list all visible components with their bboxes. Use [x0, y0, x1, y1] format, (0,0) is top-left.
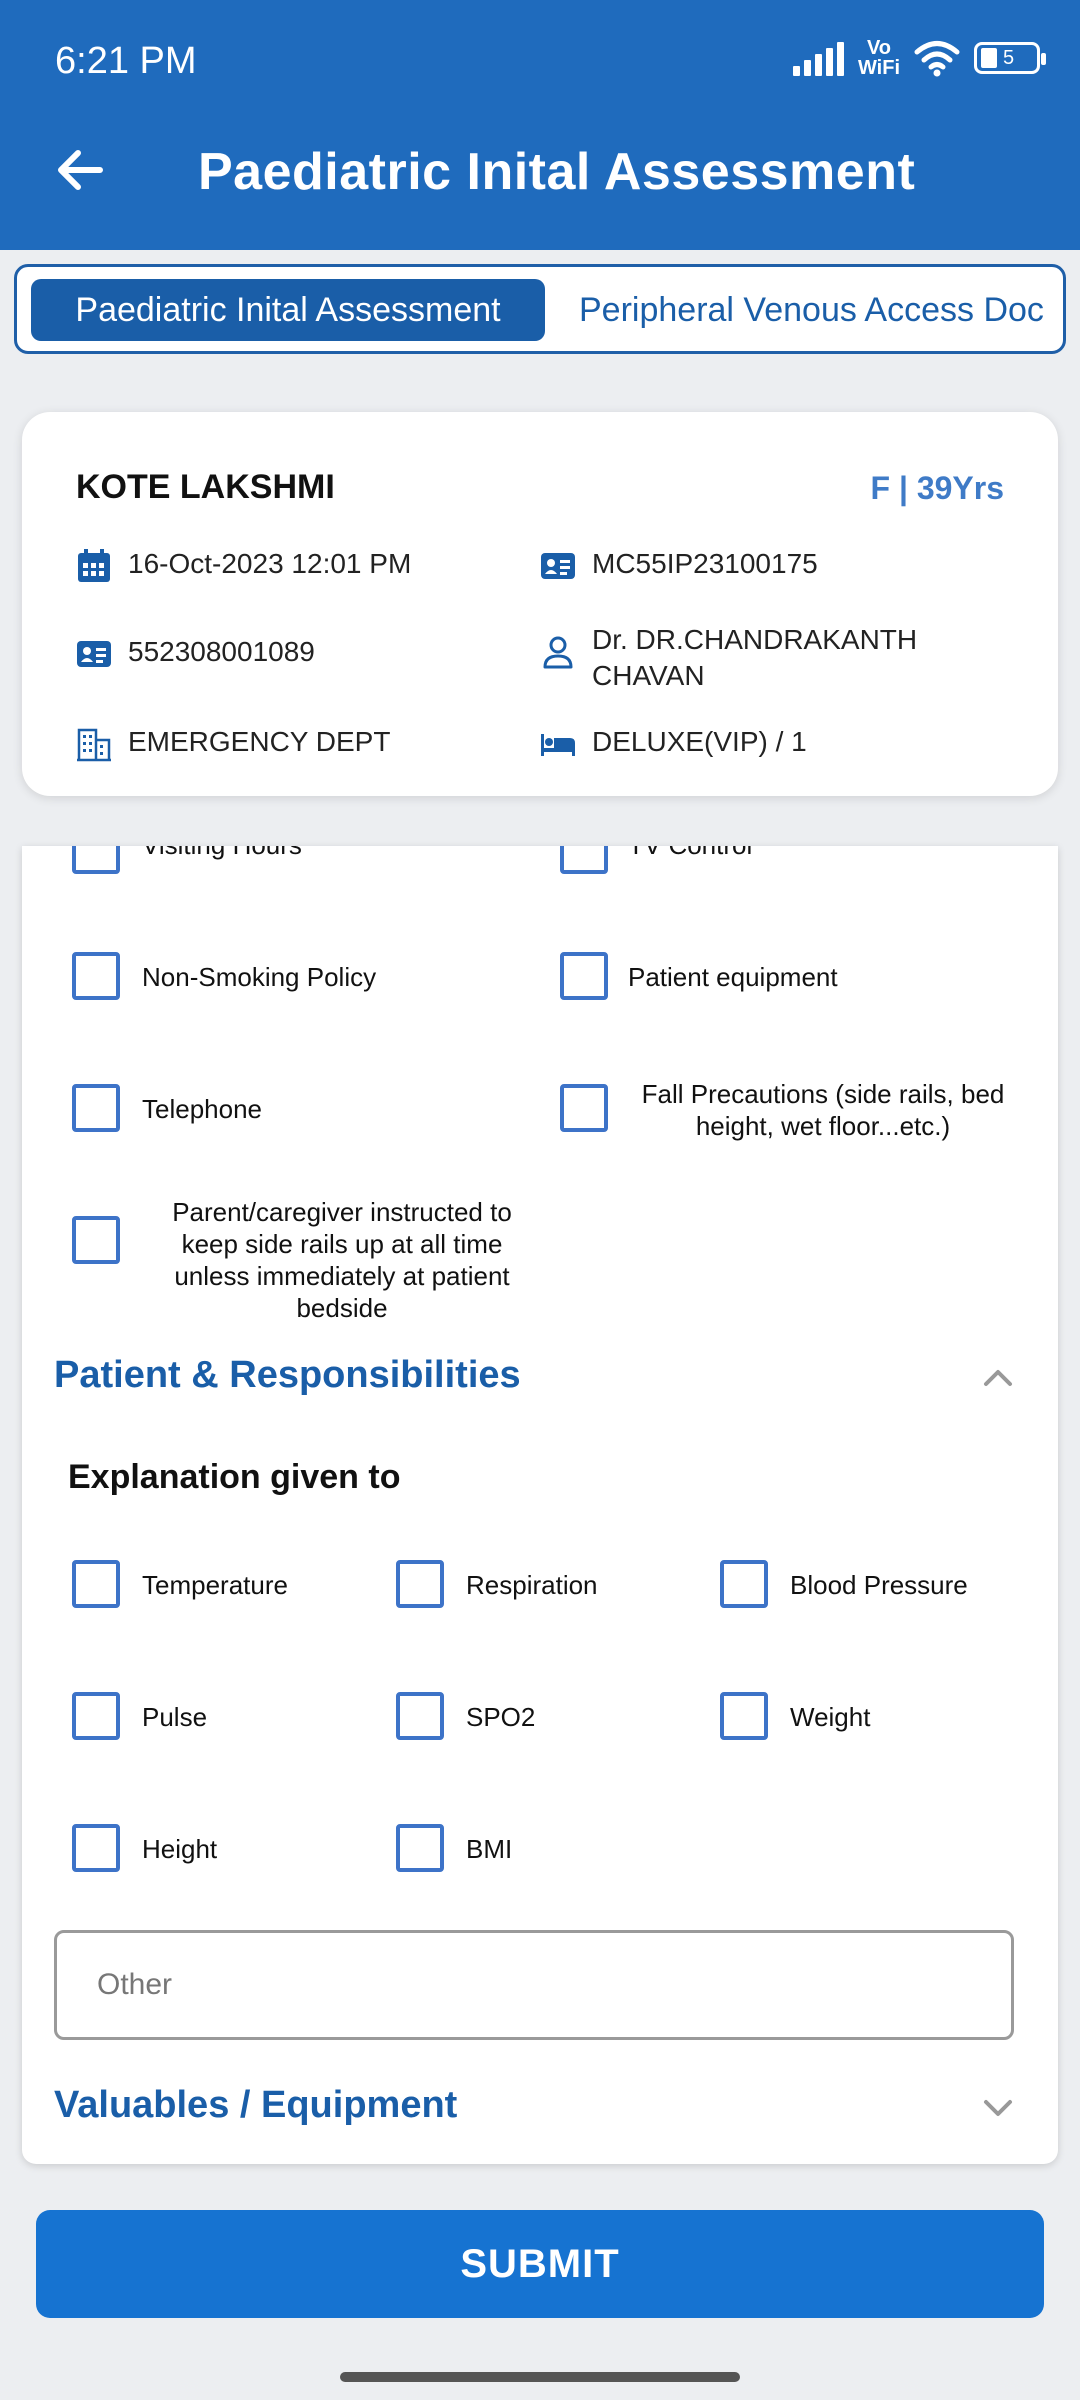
visiting-hours-label: Visiting Hours — [142, 846, 302, 861]
tab-peripheral-venous-access[interactable]: Peripheral Venous Access Doc — [579, 279, 1044, 341]
bmi-label: BMI — [466, 1834, 513, 1864]
patient-gender-age: F | 39Yrs — [870, 470, 1004, 506]
telephone-label: Telephone — [142, 1094, 262, 1124]
visiting-hours-checkbox[interactable] — [72, 846, 120, 874]
chevron-up-icon[interactable] — [978, 1358, 1018, 1398]
respiration-label: Respiration — [466, 1570, 598, 1600]
submit-button[interactable]: SUBMIT — [36, 2210, 1044, 2318]
tab-paediatric-assessment[interactable]: Paediatric Inital Assessment — [31, 279, 545, 341]
battery-icon: 5 — [974, 42, 1046, 74]
uhid: 552308001089 — [128, 636, 315, 667]
chevron-down-icon[interactable] — [978, 2088, 1018, 2128]
gesture-navigation-bar[interactable] — [340, 2372, 740, 2382]
weight-label: Weight — [790, 1702, 871, 1732]
spo2-checkbox[interactable] — [396, 1692, 444, 1740]
vowifi-icon: Vo WiFi — [857, 37, 900, 79]
tv-control-label: TV Control — [628, 846, 752, 861]
telephone-checkbox[interactable] — [72, 1084, 120, 1132]
signal-icon — [792, 40, 844, 76]
doctor-row: Dr. DR.CHANDRAKANTH CHAVAN — [540, 622, 960, 694]
other-input[interactable] — [54, 1930, 1014, 2040]
fall-precautions-label: Fall Precautions (side rails, bed height… — [641, 1079, 1005, 1141]
side-rails-instruction-label: Parent/caregiver instructed to keep side… — [172, 1197, 512, 1323]
height-checkbox[interactable] — [72, 1824, 120, 1872]
non-smoking-policy-checkbox[interactable] — [72, 952, 120, 1000]
page-title: Paediatric Inital Assessment — [198, 143, 916, 201]
admit-datetime: 16-Oct-2023 12:01 PM — [128, 548, 412, 579]
department: EMERGENCY DEPT — [128, 726, 391, 757]
patient-equipment-label: Patient equipment — [628, 962, 838, 992]
blood-pressure-checkbox[interactable] — [720, 1560, 768, 1608]
side-rails-instruction-checkbox[interactable] — [72, 1216, 120, 1264]
height-label: Height — [142, 1834, 218, 1864]
status-icons: Vo WiFi 5 — [792, 37, 1046, 79]
doctor-name: Dr. DR.CHANDRAKANTH CHAVAN — [592, 624, 918, 691]
patient-responsibilities-header[interactable]: Patient & Responsibilities — [54, 1354, 521, 1397]
tab-bar: Paediatric Inital Assessment Peripheral … — [14, 264, 1066, 354]
bed-icon — [541, 734, 575, 756]
temperature-label: Temperature — [142, 1570, 288, 1600]
pulse-checkbox[interactable] — [72, 1692, 120, 1740]
bed: DELUXE(VIP) / 1 — [592, 726, 807, 757]
patient-name: KOTE LAKSHMI — [76, 468, 335, 506]
calendar-icon — [78, 549, 110, 582]
department-row: EMERGENCY DEPT — [76, 726, 390, 762]
non-smoking-policy-label: Non-Smoking Policy — [142, 962, 377, 992]
respiration-checkbox[interactable] — [396, 1560, 444, 1608]
tv-control-checkbox[interactable] — [560, 846, 608, 874]
bmi-checkbox[interactable] — [396, 1824, 444, 1872]
person-icon — [543, 636, 573, 669]
id-card-icon — [77, 641, 111, 667]
form-card: Visiting Hours TV Control Non-Smoking Po… — [22, 846, 1058, 2164]
pulse-label: Pulse — [142, 1702, 208, 1732]
admit-datetime-row: 16-Oct-2023 12:01 PM — [76, 548, 411, 584]
fall-precautions-checkbox[interactable] — [560, 1084, 608, 1132]
status-time: 6:21 PM — [55, 40, 197, 82]
blood-pressure-label: Blood Pressure — [790, 1570, 968, 1600]
valuables-equipment-header[interactable]: Valuables / Equipment — [54, 2084, 457, 2127]
patient-equipment-checkbox[interactable] — [560, 952, 608, 1000]
id-card-icon — [541, 553, 575, 579]
ip-number: MC55IP23100175 — [592, 548, 818, 579]
temperature-checkbox[interactable] — [72, 1560, 120, 1608]
back-arrow-icon[interactable] — [50, 140, 110, 200]
wifi-icon — [914, 41, 960, 77]
patient-card: KOTE LAKSHMI F | 39Yrs 16-Oct-2023 12:01… — [22, 412, 1058, 796]
ip-number-row: MC55IP23100175 — [540, 548, 818, 584]
building-icon — [77, 728, 111, 762]
weight-checkbox[interactable] — [720, 1692, 768, 1740]
uhid-row: 552308001089 — [76, 636, 315, 672]
spo2-label: SPO2 — [466, 1702, 536, 1732]
bed-row: DELUXE(VIP) / 1 — [540, 726, 807, 762]
explanation-given-to-label: Explanation given to — [68, 1458, 401, 1496]
app-bar: 6:21 PM Vo WiFi 5 Paediatric Inital Asses… — [0, 0, 1080, 250]
